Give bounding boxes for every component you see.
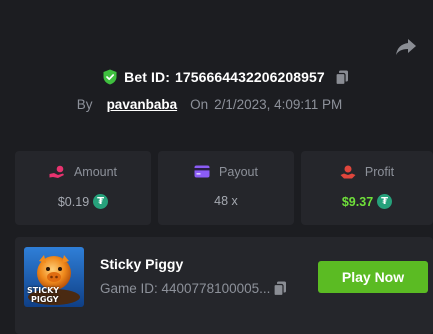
bet-datetime: 2/1/2023, 4:09:11 PM [214,96,343,112]
game-card: STICKY PIGGY Sticky Piggy Game ID: 44007… [15,237,433,334]
username-link[interactable]: pavanbaba [107,97,178,112]
game-title[interactable]: Sticky Piggy [100,256,183,272]
stat-profit: Profit $9.37 ₮ [301,151,433,225]
play-now-button[interactable]: Play Now [318,261,428,293]
payout-label: Payout [219,165,258,179]
profit-label: Profit [364,165,395,179]
amount-value: $0.19 [57,194,90,209]
thumbnail-logo-text: STICKY PIGGY [27,286,60,304]
credit-card-icon [194,165,210,179]
bet-id-row: Bet ID: 1756664432206208957 [18,66,433,88]
on-label: On [190,96,209,112]
share-icon [395,38,417,61]
bet-header: Bet ID: 1756664432206208957 By pavanbaba… [0,66,433,114]
hand-coin-icon [49,165,65,179]
bet-id-value: 1756664432206208957 [174,69,325,85]
money-hand-icon [340,165,356,179]
payout-value: 48 x [214,194,238,208]
stat-amount: Amount $0.19 ₮ [15,151,151,225]
by-label: By [76,96,93,112]
bet-author-row: By pavanbaba On 2/1/2023, 4:09:11 PM [0,94,433,114]
bet-id-label: Bet ID: [124,69,170,85]
game-id-text: Game ID: 4400778100005... [100,281,271,296]
game-thumbnail[interactable]: STICKY PIGGY [24,247,84,307]
stat-payout: Payout 48 x [158,151,294,225]
copy-icon[interactable] [335,70,349,85]
verified-shield-icon [102,69,118,85]
bet-stats: Amount $0.19 ₮ Payout 48 x Profit $9.37 … [15,151,433,225]
copy-icon[interactable] [273,281,287,296]
share-button[interactable] [394,38,418,60]
profit-value: $9.37 [341,194,374,209]
tether-coin-icon: ₮ [377,194,393,209]
game-id-row: Game ID: 4400778100005... [100,281,287,296]
tether-coin-icon: ₮ [93,194,109,209]
amount-label: Amount [73,165,118,179]
